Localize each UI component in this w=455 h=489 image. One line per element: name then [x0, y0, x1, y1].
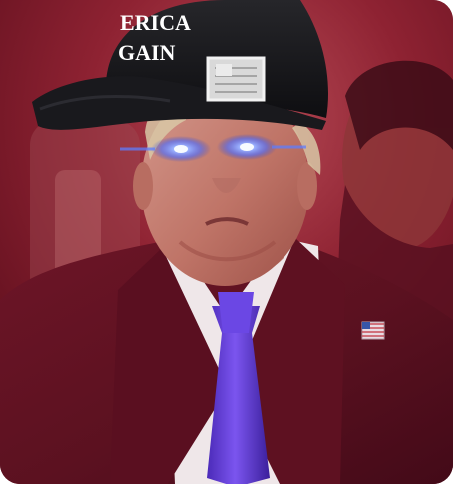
american-flag-lapel-pin-icon — [361, 321, 385, 340]
cap-text-line-1: ERICA — [120, 10, 191, 35]
cap-text-line-2: GAIN — [118, 40, 176, 65]
image-frame: ERICA GAIN — [0, 0, 455, 489]
portrait-illustration: ERICA GAIN — [0, 0, 453, 484]
left-ear — [133, 162, 153, 210]
edited-portrait-photo: ERICA GAIN — [0, 0, 453, 484]
tie-knot — [218, 292, 254, 333]
